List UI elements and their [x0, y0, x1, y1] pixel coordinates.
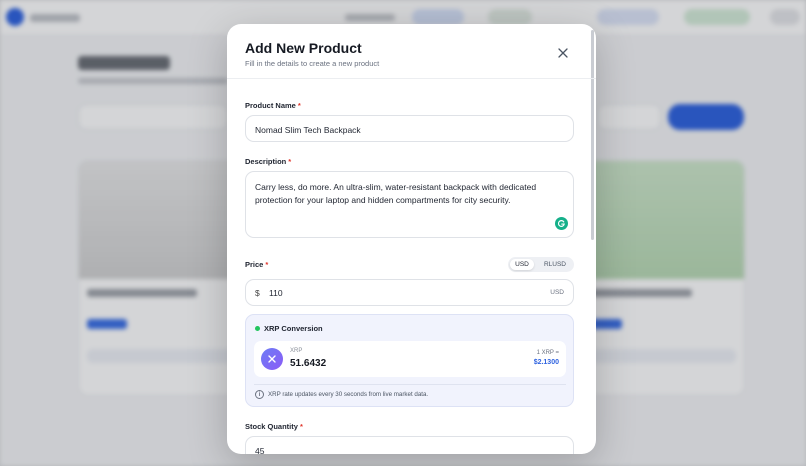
description-textarea[interactable]: Carry less, do more. An ultra-slim, wate… — [245, 171, 574, 238]
description-text: Carry less, do more. An ultra-slim, wate… — [255, 182, 537, 205]
xrp-label: XRP — [290, 348, 303, 354]
xrp-conversion-title: XRP Conversion — [264, 324, 323, 333]
required-marker: * — [265, 260, 269, 269]
grammarly-icon[interactable] — [555, 217, 568, 230]
price-label: Price * — [245, 260, 269, 269]
xrp-rate-note: XRP rate updates every 30 seconds from l… — [268, 391, 429, 398]
xrp-rate-value: $2.1300 — [533, 359, 559, 366]
price-symbol: $ — [255, 288, 260, 298]
stock-quantity-label: Stock Quantity * — [245, 422, 303, 431]
currency-option-usd[interactable]: USD — [510, 259, 534, 270]
xrp-divider — [254, 384, 566, 385]
modal-subtitle: Fill in the details to create a new prod… — [245, 59, 380, 68]
product-name-label: Product Name * — [245, 101, 301, 110]
xrp-conversion-card: XRP 51.6432 1 XRP = $2.1300 — [254, 341, 566, 377]
xrp-rate-prefix: 1 XRP = — [536, 350, 559, 356]
required-marker: * — [297, 101, 301, 110]
currency-toggle: USD RLUSD — [508, 257, 574, 272]
close-button[interactable] — [554, 44, 572, 62]
currency-option-rlusd[interactable]: RLUSD — [538, 259, 572, 270]
product-name-input[interactable]: Nomad Slim Tech Backpack — [245, 115, 574, 142]
price-currency-suffix: USD — [550, 289, 564, 296]
stock-quantity-input[interactable]: 45 — [245, 436, 574, 454]
required-marker: * — [288, 157, 292, 166]
info-icon: i — [255, 390, 264, 399]
live-status-dot — [255, 326, 260, 331]
modal-title: Add New Product — [245, 40, 362, 56]
header-divider — [227, 78, 596, 79]
close-icon — [558, 48, 568, 58]
modal-scrollbar[interactable] — [591, 30, 594, 240]
required-marker: * — [299, 422, 303, 431]
xrp-conversion-panel: XRP Conversion XRP 51.6432 1 XRP = $2.13… — [245, 314, 574, 407]
xrp-amount: 51.6432 — [290, 358, 327, 369]
add-product-modal: Add New Product Fill in the details to c… — [227, 24, 596, 454]
description-label: Description * — [245, 157, 292, 166]
xrp-logo-icon — [261, 348, 283, 370]
price-value: 110 — [269, 288, 283, 298]
price-input[interactable]: $ 110 USD — [245, 279, 574, 306]
